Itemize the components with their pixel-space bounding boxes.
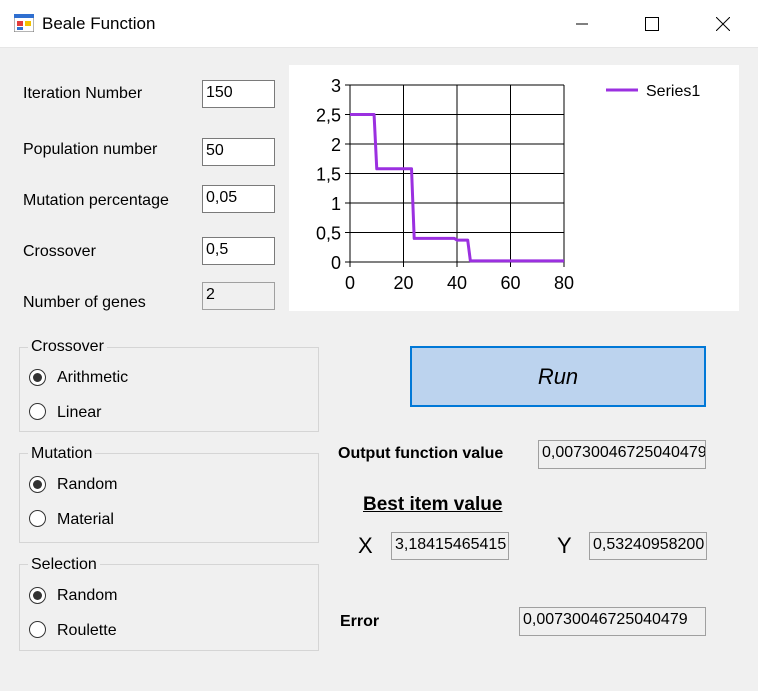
iteration-number-label: Iteration Number: [23, 85, 143, 102]
app-icon: [14, 14, 34, 32]
title-bar: Beale Function: [0, 0, 758, 48]
close-button[interactable]: [688, 0, 758, 47]
chart-area: 0 0,5 1 1,5 2 2,5 3 0 20 40 60 80 Series1: [289, 65, 739, 311]
output-function-value: 0,00730046725040479: [538, 440, 706, 469]
best-item-heading: Best item value: [363, 494, 503, 515]
crossover-group-title: Crossover: [28, 338, 107, 356]
run-button[interactable]: Run: [410, 346, 706, 407]
x-label: X: [358, 533, 373, 558]
mutation-group: [19, 453, 319, 543]
y-tick-label: 2: [331, 135, 341, 155]
mutation-group-title: Mutation: [28, 445, 96, 463]
selection-roulette-label[interactable]: Roulette: [57, 622, 117, 640]
population-number-input[interactable]: 50: [202, 138, 275, 166]
radio-selected-dot: [33, 480, 42, 489]
x-tick-labels: 0 20 40 60 80: [345, 273, 574, 293]
x-tick-label: 0: [345, 273, 355, 293]
selection-random-label[interactable]: Random: [57, 587, 117, 605]
selection-roulette-radio[interactable]: [29, 621, 46, 638]
close-icon: [716, 16, 730, 31]
minimize-button[interactable]: [547, 0, 617, 47]
x-tick-label: 60: [500, 273, 520, 293]
crossover-input[interactable]: 0,5: [202, 237, 275, 265]
y-tick-label: 2,5: [316, 106, 341, 126]
crossover-label: Crossover: [23, 243, 96, 260]
mutation-material-label[interactable]: Material: [57, 511, 114, 529]
y-tick-label: 3: [331, 76, 341, 96]
maximize-button[interactable]: [617, 0, 687, 47]
y-tick-labels: 0 0,5 1 1,5 2 2,5 3: [316, 76, 341, 273]
legend-label: Series1: [646, 83, 700, 100]
crossover-linear-radio[interactable]: [29, 403, 46, 420]
chart-legend: Series1: [606, 83, 700, 100]
y-tick-label: 1: [331, 194, 341, 214]
number-of-genes-label: Number of genes: [23, 294, 146, 311]
window-title: Beale Function: [42, 14, 156, 33]
crossover-arithmetic-radio[interactable]: [29, 369, 46, 386]
selection-random-radio[interactable]: [29, 587, 46, 604]
x-tick-label: 80: [554, 273, 574, 293]
x-tick-label: 20: [393, 273, 413, 293]
best-x-value: 3,18415465415: [391, 532, 509, 560]
line-chart: 0 0,5 1 1,5 2 2,5 3 0 20 40 60 80 Series1: [316, 76, 700, 293]
minimize-icon: [576, 23, 588, 24]
radio-selected-dot: [33, 373, 42, 382]
crossover-linear-label[interactable]: Linear: [57, 404, 101, 422]
y-tick-label: 0,5: [316, 224, 341, 244]
mutation-material-radio[interactable]: [29, 510, 46, 527]
best-y-value: 0,53240958200: [589, 532, 707, 560]
radio-selected-dot: [33, 591, 42, 600]
mutation-random-radio[interactable]: [29, 476, 46, 493]
selection-group-title: Selection: [28, 556, 100, 574]
mutation-random-label[interactable]: Random: [57, 476, 117, 494]
y-tick-label: 0: [331, 253, 341, 273]
error-value: 0,00730046725040479: [519, 607, 706, 636]
mutation-percentage-input[interactable]: 0,05: [202, 185, 275, 213]
y-tick-label: 1,5: [316, 165, 341, 185]
error-label: Error: [340, 613, 380, 630]
population-number-label: Population number: [23, 141, 158, 158]
y-label: Y: [557, 533, 572, 558]
iteration-number-input[interactable]: 150: [202, 80, 275, 108]
crossover-arithmetic-label[interactable]: Arithmetic: [57, 369, 128, 387]
x-tick-label: 40: [447, 273, 467, 293]
output-function-label: Output function value: [338, 445, 504, 462]
number-of-genes-input: 2: [202, 282, 275, 310]
mutation-percentage-label: Mutation percentage: [23, 192, 169, 209]
maximize-icon: [645, 16, 659, 31]
